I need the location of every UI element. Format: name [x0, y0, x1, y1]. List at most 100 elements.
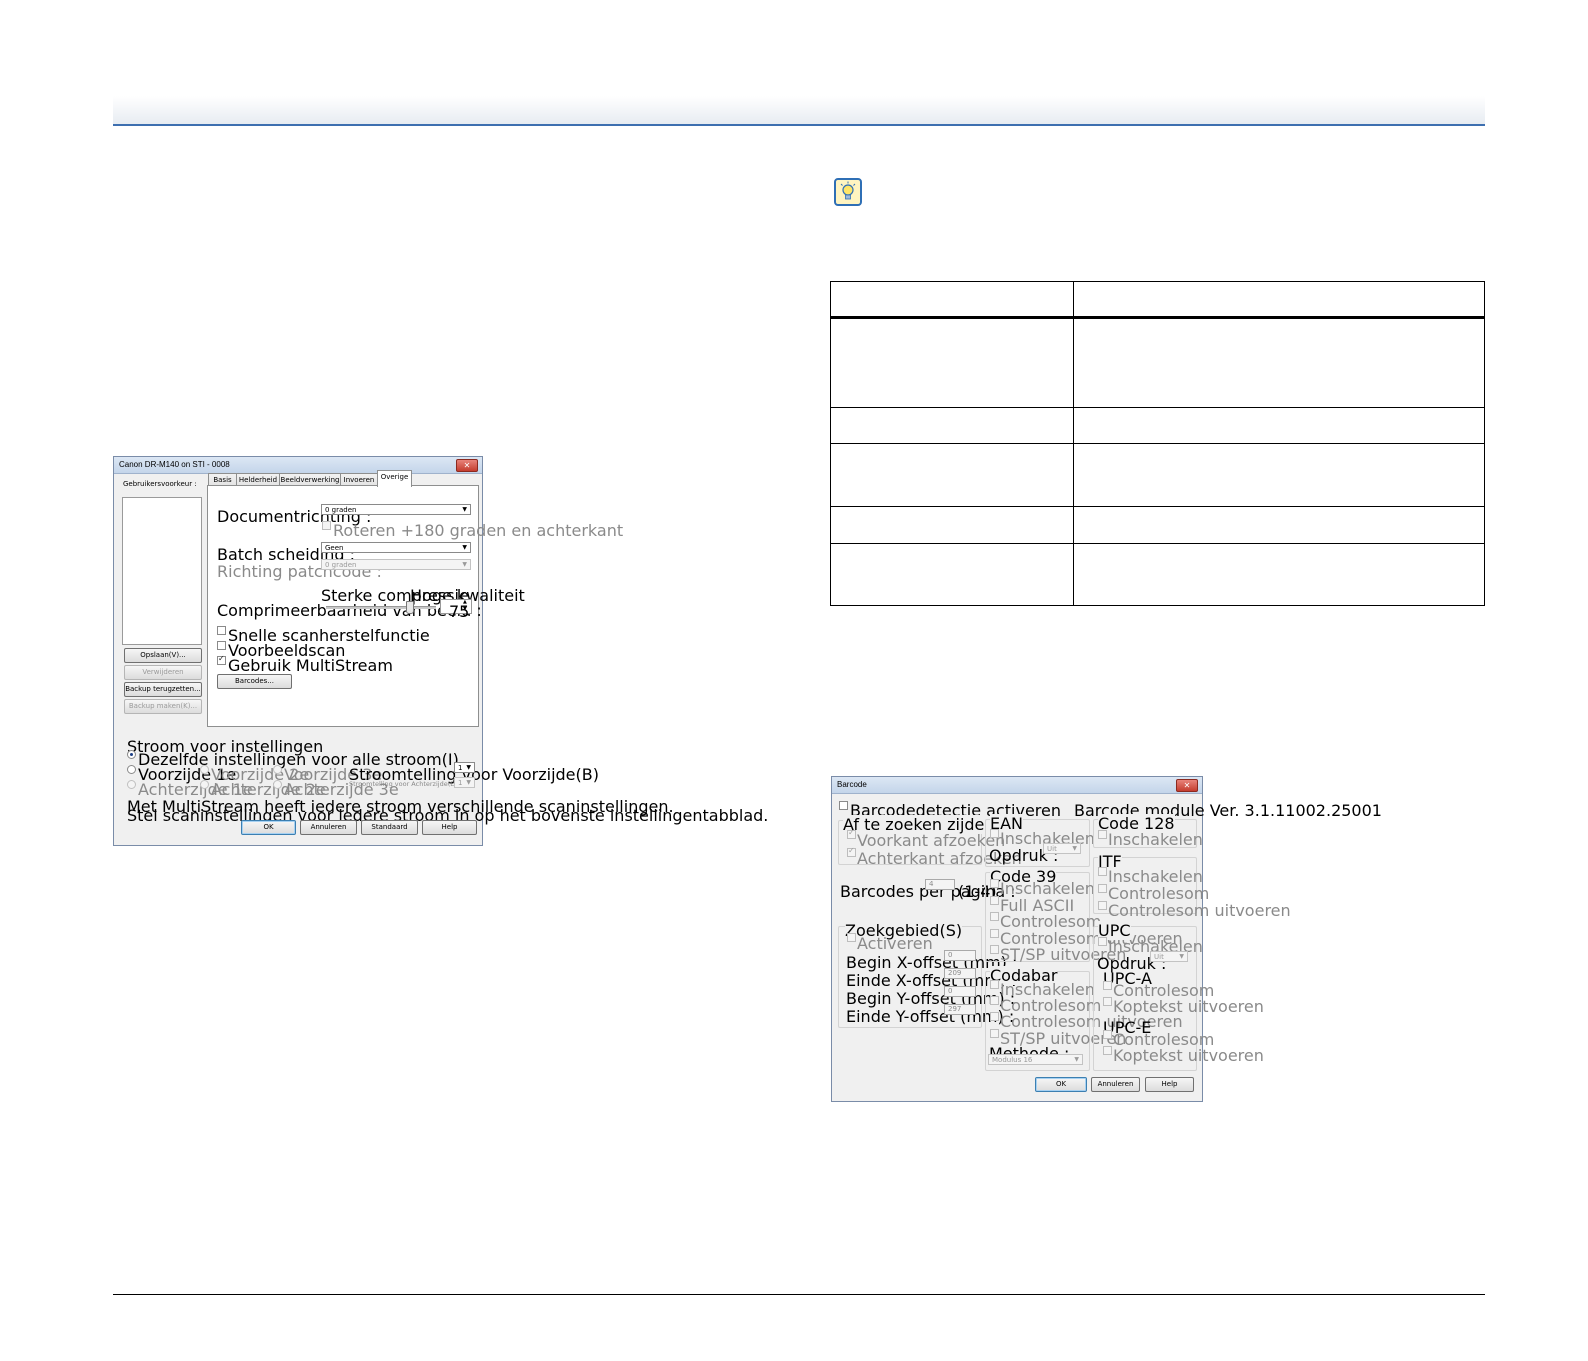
upce-header-label: Koptekst uitvoeren — [1113, 1046, 1264, 1065]
table-row — [830, 317, 1485, 408]
select-value: Geen — [325, 544, 344, 552]
back-1-radio[interactable] — [127, 780, 136, 789]
front-search-checkbox[interactable] — [847, 828, 856, 839]
back-2-radio[interactable] — [200, 780, 209, 789]
itf-checksum-checkbox[interactable] — [1098, 884, 1107, 893]
upca-header-label: Koptekst uitvoeren — [1113, 997, 1264, 1016]
front-3-radio[interactable] — [273, 765, 282, 774]
dropdown-arrow-icon: ▼ — [466, 779, 471, 786]
compression-spinner[interactable]: 75 ▲ ▼ — [440, 599, 472, 621]
batch-select[interactable]: Geen ▼ — [321, 542, 471, 553]
lightbulb-icon — [834, 178, 862, 206]
dropdown-arrow-icon: ▼ — [462, 561, 467, 568]
fast-recovery-checkbox[interactable] — [217, 626, 226, 635]
select-value: 0 graden — [325, 506, 357, 514]
cancel-button[interactable]: Annuleren — [300, 820, 357, 835]
per-page-input[interactable]: 4 — [925, 879, 955, 890]
select-value: 1 — [458, 779, 463, 787]
stream-count-back-select[interactable]: 1 ▼ — [454, 777, 475, 788]
user-prefs-label: Gebruikersvoorkeur : — [123, 480, 197, 488]
close-icon[interactable]: ✕ — [1176, 779, 1198, 792]
delete-button[interactable]: Verwijderen — [124, 665, 202, 680]
code128-enable-checkbox[interactable] — [1098, 830, 1107, 839]
itf-run-checksum-label: Controlesom uitvoeren — [1108, 901, 1291, 920]
title-bar: Canon DR-M140 on STI - 0008 ✕ — [114, 457, 482, 474]
upc-enable-checkbox[interactable] — [1098, 937, 1107, 946]
barcodes-button[interactable]: Barcodes... — [217, 674, 292, 689]
save-button[interactable]: Opslaan(V)... — [124, 648, 202, 663]
patchcode-select[interactable]: 0 graden ▼ — [321, 559, 471, 570]
upca-checksum-checkbox[interactable] — [1103, 981, 1112, 990]
ean-enable-checkbox[interactable] — [990, 829, 999, 838]
help-button[interactable]: Help — [1145, 1077, 1194, 1092]
restore-backup-button[interactable]: Backup terugzetten... — [124, 682, 202, 697]
code39-ascii-checkbox[interactable] — [990, 896, 999, 905]
ok-button[interactable]: OK — [1035, 1077, 1087, 1092]
code39-stsp-checkbox[interactable] — [990, 945, 999, 954]
doc-orientation-select[interactable]: 0 graden ▼ — [321, 504, 471, 515]
upc-overprint-select[interactable]: Uit ▼ — [1150, 951, 1188, 962]
codabar-enable-checkbox[interactable] — [990, 980, 999, 989]
compression-slider[interactable] — [326, 606, 436, 609]
codabar-stsp-checkbox[interactable] — [990, 1029, 999, 1038]
begin-x-input[interactable]: 0 — [944, 950, 976, 961]
dropdown-arrow-icon: ▼ — [1072, 845, 1077, 852]
table-row — [830, 281, 1485, 319]
same-settings-radio[interactable] — [127, 750, 136, 759]
select-value: Modulus 16 — [992, 1056, 1033, 1064]
table-row — [830, 543, 1485, 606]
table-row — [830, 506, 1485, 544]
dialog-title: Canon DR-M140 on STI - 0008 — [119, 460, 230, 469]
code39-enable-checkbox[interactable] — [990, 879, 999, 888]
method-select[interactable]: Modulus 16 ▼ — [988, 1054, 1083, 1065]
codabar-checksum-checkbox[interactable] — [990, 996, 999, 1005]
activate-checkbox[interactable] — [847, 933, 856, 942]
itf-run-checksum-checkbox[interactable] — [1098, 901, 1107, 910]
activate-label: Activeren — [857, 934, 933, 953]
itf-enable-checkbox[interactable] — [1098, 867, 1107, 876]
multistream-label: Gebruik MultiStream — [228, 656, 393, 675]
help-button[interactable]: Help — [422, 820, 477, 835]
front-1-radio[interactable] — [127, 765, 136, 774]
footer-rule — [113, 1294, 1485, 1295]
spin-down-icon[interactable]: ▼ — [463, 606, 467, 612]
end-y-input[interactable]: 297 — [944, 1004, 976, 1015]
ok-button[interactable]: OK — [241, 820, 296, 835]
front-2-radio[interactable] — [200, 765, 209, 774]
back-3-radio[interactable] — [273, 780, 282, 789]
back-search-checkbox[interactable] — [847, 846, 856, 857]
code39-run-checksum-checkbox[interactable] — [990, 929, 999, 938]
info-table — [830, 281, 1485, 606]
user-prefs-list[interactable] — [122, 497, 202, 645]
standard-button[interactable]: Standaard — [361, 820, 418, 835]
multistream-checkbox[interactable] — [217, 654, 226, 665]
upca-header-checkbox[interactable] — [1103, 997, 1112, 1006]
front-search-label: Voorkant afzoeken — [857, 831, 1006, 850]
title-bar: Barcode ✕ — [832, 777, 1202, 794]
dropdown-arrow-icon: ▼ — [1179, 953, 1184, 960]
codabar-run-checksum-checkbox[interactable] — [990, 1012, 999, 1021]
page-header-band — [113, 96, 1485, 126]
begin-y-input[interactable]: 0 — [944, 986, 976, 997]
make-backup-button[interactable]: Backup maken(K)... — [124, 699, 202, 714]
cancel-button[interactable]: Annuleren — [1091, 1077, 1140, 1092]
stream-count-front-select[interactable]: 1 ▼ — [454, 762, 475, 773]
upce-checksum-checkbox[interactable] — [1103, 1030, 1112, 1039]
preview-scan-checkbox[interactable] — [217, 641, 226, 650]
code128-enable-label: Inschakelen — [1108, 830, 1203, 849]
slider-thumb[interactable] — [405, 601, 414, 614]
end-x-input[interactable]: 209 — [944, 968, 976, 979]
dialog-title: Barcode — [837, 780, 867, 789]
close-icon[interactable]: ✕ — [456, 459, 478, 472]
barcode-enable-checkbox[interactable] — [839, 801, 848, 810]
spin-up-icon[interactable]: ▲ — [463, 599, 467, 605]
ean-overprint-select[interactable]: Uit ▼ — [1043, 843, 1081, 854]
dropdown-arrow-icon: ▼ — [1074, 1056, 1079, 1063]
upce-header-checkbox[interactable] — [1103, 1046, 1112, 1055]
table-row — [830, 407, 1485, 444]
tab-overige[interactable]: Overige — [377, 470, 412, 487]
rotate-checkbox[interactable] — [322, 521, 331, 530]
select-value: Uit — [1047, 845, 1057, 853]
stream-count-back-label: Stroomtelling voor Achterzijde(E) — [349, 780, 457, 788]
code39-checksum-checkbox[interactable] — [990, 912, 999, 921]
